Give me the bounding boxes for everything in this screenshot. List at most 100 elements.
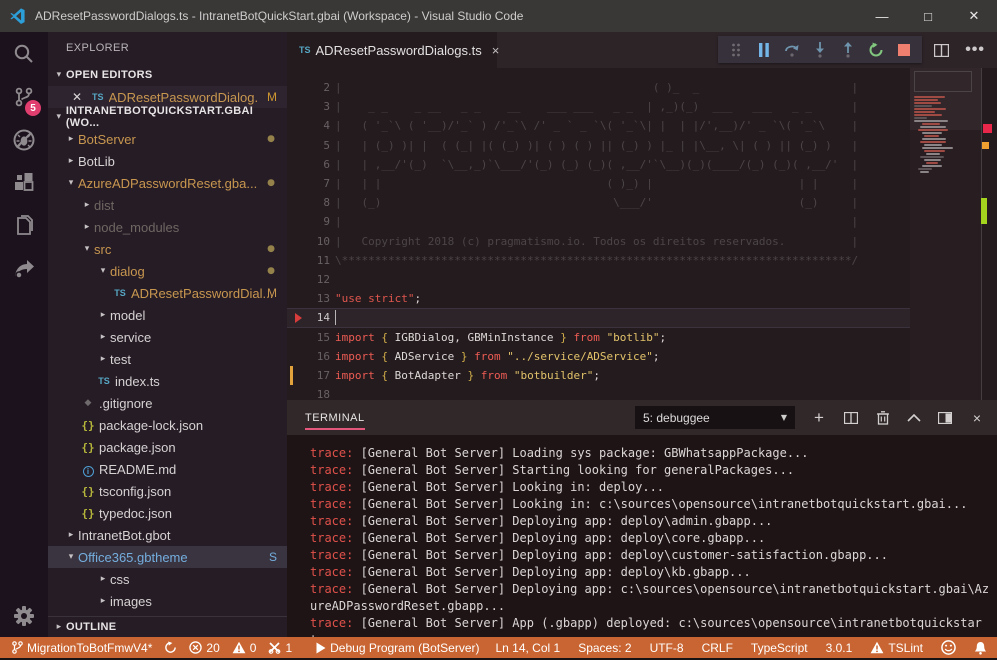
minimap[interactable] (910, 68, 981, 400)
line-col-indicator[interactable]: Ln 14, Col 1 (495, 641, 560, 655)
open-editors-header[interactable]: ▾ OPEN EDITORS (48, 64, 287, 86)
tree-item-service[interactable]: ▸service (48, 326, 287, 348)
maximize-panel-icon[interactable] (902, 400, 926, 435)
search-icon[interactable] (0, 32, 48, 75)
new-terminal-icon[interactable]: + (807, 400, 831, 435)
feedback-smiley-icon[interactable] (941, 640, 956, 655)
step-out-icon[interactable] (838, 40, 858, 60)
tslint-item[interactable]: TSLint (870, 641, 923, 655)
tools-item[interactable]: 1 (268, 641, 292, 655)
indent-indicator[interactable]: Spaces: 2 (578, 641, 631, 655)
settings-gear-icon[interactable] (0, 605, 48, 627)
tab-adresetpassworddialogs[interactable]: TS ADResetPasswordDialogs.ts × (287, 32, 497, 68)
tree-item-office365-gbtheme[interactable]: ▾Office365.gbthemeS (48, 546, 287, 568)
tree-item-botserver[interactable]: ▸BotServer● (48, 128, 287, 150)
version-indicator[interactable]: 3.0.1 (826, 641, 853, 655)
more-actions-icon[interactable]: ••• (965, 41, 985, 59)
terminal-output[interactable]: trace: [General Bot Server] Loading sys … (310, 435, 993, 637)
tree-item-index-ts[interactable]: TSindex.ts (48, 370, 287, 392)
tree-item-model[interactable]: ▸model (48, 304, 287, 326)
eol-indicator[interactable]: CRLF (702, 641, 733, 655)
encoding-indicator[interactable]: UTF-8 (650, 641, 684, 655)
close-panel-icon[interactable]: × (965, 400, 989, 435)
line-number: 11 (287, 251, 330, 270)
tab-label: ADResetPasswordDialogs.ts (316, 43, 482, 58)
terminal-select[interactable]: 5: debuggee ▼ (635, 406, 795, 429)
pause-icon[interactable] (754, 40, 774, 60)
drag-grip-icon[interactable] (726, 40, 746, 60)
code-line-14[interactable]: 14 (287, 308, 997, 327)
documents-icon[interactable] (0, 204, 48, 247)
language-indicator[interactable]: TypeScript (751, 641, 808, 655)
tree-item-botlib[interactable]: ▸BotLib (48, 150, 287, 172)
split-terminal-icon[interactable] (839, 400, 863, 435)
tree-item-azureadpasswordreset-gba-[interactable]: ▾AzureADPasswordReset.gba...● (48, 172, 287, 194)
code-line-17[interactable]: 17import { BotAdapter } from "botbuilder… (287, 366, 997, 385)
code-line-2[interactable]: 2| ( )_ _ | (287, 78, 997, 97)
source-control-icon[interactable]: 5 (0, 75, 48, 118)
notifications-bell-icon[interactable] (974, 641, 987, 655)
line-number: 10 (287, 232, 330, 251)
line-number: 8 (287, 193, 330, 212)
tab-close-icon[interactable]: × (492, 43, 500, 58)
restart-icon[interactable] (866, 40, 886, 60)
stop-icon[interactable] (894, 40, 914, 60)
chevron-right-icon: ▸ (64, 530, 78, 540)
code-line-9[interactable]: 9| | (287, 212, 997, 231)
close-icon[interactable]: ✕ (70, 90, 84, 104)
extensions-icon[interactable] (0, 161, 48, 204)
code-line-12[interactable]: 12 (287, 270, 997, 289)
code-line-13[interactable]: 13"use strict"; (287, 289, 997, 308)
code-line-15[interactable]: 15import { IGBDialog, GBMinInstance } fr… (287, 328, 997, 347)
tree-item-node-modules[interactable]: ▸node_modules (48, 216, 287, 238)
tree-item-package-lock-json[interactable]: {}package-lock.json (48, 414, 287, 436)
maximize-button[interactable]: □ (905, 0, 951, 32)
tree-item-dialog[interactable]: ▾dialog● (48, 260, 287, 282)
overview-ruler-divider (981, 68, 982, 400)
tree-item-readme-md[interactable]: iREADME.md (48, 458, 287, 480)
step-into-icon[interactable] (810, 40, 830, 60)
code-line-18[interactable]: 18 (287, 385, 997, 400)
chevron-right-icon: ▸ (80, 222, 94, 232)
toggle-panel-layout-icon[interactable] (933, 400, 957, 435)
tree-item--gitignore[interactable]: ◆.gitignore (48, 392, 287, 414)
code-line-5[interactable]: 5| | (_) )| | ( (_| |( (_) )| ( ) ( ) ||… (287, 136, 997, 155)
tree-item-images[interactable]: ▸images (48, 590, 287, 612)
outline-header[interactable]: ▸ OUTLINE (48, 616, 287, 637)
tree-item-test[interactable]: ▸test (48, 348, 287, 370)
tree-item-intranetbot-gbot[interactable]: ▸IntranetBot.gbot (48, 524, 287, 546)
tree-item-css[interactable]: ▸css (48, 568, 287, 590)
minimize-button[interactable]: — (859, 0, 905, 32)
line-number: 15 (287, 328, 330, 347)
errors-item[interactable]: 20 (189, 641, 219, 655)
code-line-7[interactable]: 7| | | ( )_) | | | | (287, 174, 997, 193)
code-line-10[interactable]: 10| Copyright 2018 (c) pragmatismo.io. T… (287, 232, 997, 251)
chevron-right-icon: ▸ (96, 574, 110, 584)
split-editor-icon[interactable] (934, 44, 949, 57)
terminal-line: trace: [General Bot Server] Deploying ap… (310, 581, 993, 615)
code-line-16[interactable]: 16import { ADService } from "../service/… (287, 347, 997, 366)
debug-program-item[interactable]: Debug Program (BotServer) (316, 641, 479, 655)
terminal-tab[interactable]: TERMINAL (305, 400, 365, 435)
code-line-4[interactable]: 4| ( '_`\ ( '__)/'_` ) /'_`\ /' _ ` _ `\… (287, 116, 997, 135)
tree-item-typedoc-json[interactable]: {}typedoc.json (48, 502, 287, 524)
warnings-item[interactable]: 0 (232, 641, 257, 655)
code-line-6[interactable]: 6| | ,__/'(_) `\__,_)`\___/'(_) (_) (_)(… (287, 155, 997, 174)
code-editor[interactable]: 2| ( )_ _ |3| _ _ _ __ _ _ __ ___ ___ _ … (287, 68, 997, 400)
workspace-header[interactable]: ▾ INTRANETBOTQUICKSTART.GBAI (WO... (48, 106, 287, 128)
git-branch-item[interactable]: MigrationToBotFmwV4* (12, 641, 152, 655)
share-icon[interactable] (0, 247, 48, 290)
tree-item-adresetpassworddial-[interactable]: TSADResetPasswordDial...M (48, 282, 287, 304)
code-line-11[interactable]: 11\*************************************… (287, 251, 997, 270)
code-line-8[interactable]: 8| (_) \___/' (_) | (287, 193, 997, 212)
sync-item[interactable] (164, 641, 177, 654)
tree-item-tsconfig-json[interactable]: {}tsconfig.json (48, 480, 287, 502)
tree-item-package-json[interactable]: {}package.json (48, 436, 287, 458)
step-over-icon[interactable] (782, 40, 802, 60)
code-line-3[interactable]: 3| _ _ _ __ _ _ __ ___ ___ _ _ | ,_)(_) … (287, 97, 997, 116)
tree-item-src[interactable]: ▾src● (48, 238, 287, 260)
kill-terminal-icon[interactable] (871, 400, 895, 435)
close-button[interactable]: ✕ (951, 0, 997, 32)
tree-item-dist[interactable]: ▸dist (48, 194, 287, 216)
debug-icon[interactable] (0, 118, 48, 161)
